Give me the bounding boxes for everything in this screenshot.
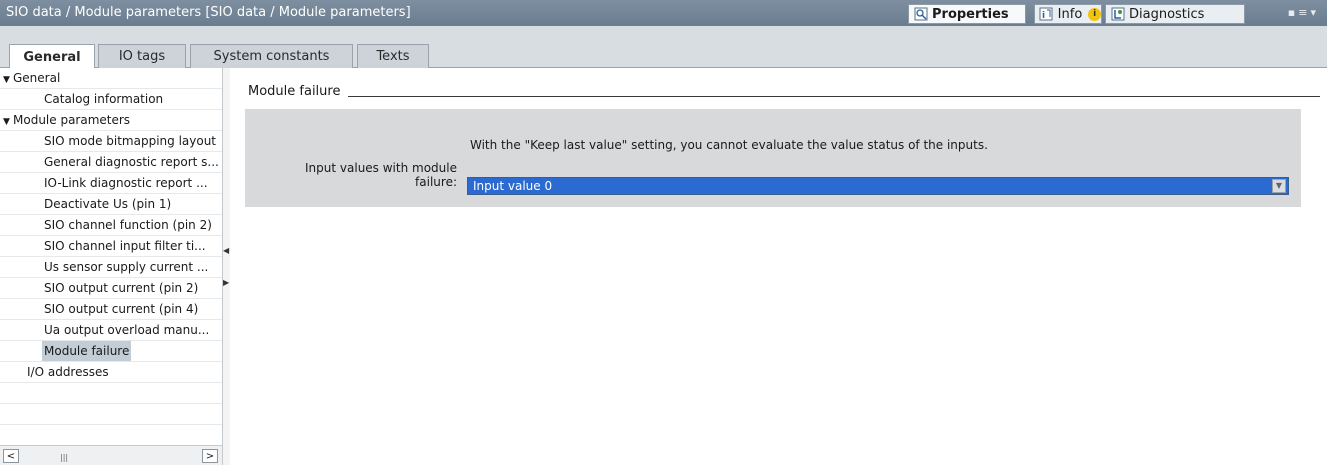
select-value: Input value 0: [473, 179, 553, 193]
field-label: Input values with module failure:: [267, 161, 457, 189]
section-divider: [248, 96, 1320, 97]
section-title: Module failure: [248, 84, 349, 99]
tree-item-us-sensor-supply-current[interactable]: Us sensor supply current ...: [0, 257, 222, 278]
info-text: With the "Keep last value" setting, you …: [470, 138, 988, 152]
field-label-line2: failure:: [415, 175, 457, 189]
navigation-tree: ▼ General Catalog information ▼ Module par…: [0, 68, 230, 465]
pin-icon[interactable]: ▪: [1288, 6, 1298, 19]
input-values-module-failure-select[interactable]: Input value 0 ▼: [467, 177, 1289, 195]
inspector-title: SIO data / Module parameters [SIO data /…: [6, 5, 411, 20]
scroll-left-icon[interactable]: <: [3, 449, 19, 463]
tree-item-io-link-diagnostic-report[interactable]: IO-Link diagnostic report ...: [0, 173, 222, 194]
tree-item-module-failure[interactable]: Module failure: [0, 341, 222, 362]
tree-item-io-addresses[interactable]: I/O addresses: [0, 362, 222, 383]
tree-item-module-parameters[interactable]: ▼ Module parameters: [0, 110, 222, 131]
tab-io-tags[interactable]: IO tags: [98, 44, 186, 68]
expand-arrow-icon[interactable]: ▼: [3, 112, 13, 130]
chevron-down-icon[interactable]: ▼: [1272, 179, 1286, 193]
scroll-right-icon[interactable]: >: [202, 449, 218, 463]
tab-properties[interactable]: Properties: [908, 4, 1026, 24]
tab-general[interactable]: General: [9, 44, 95, 69]
tree-item-ua-output-overload[interactable]: Ua output overload manu...: [0, 320, 222, 341]
chevron-down-icon[interactable]: ▾: [1310, 6, 1319, 19]
splitter-handle[interactable]: ◀ ▶: [222, 68, 230, 465]
expand-arrow-icon[interactable]: ▼: [3, 70, 13, 88]
tree-item-general-diagnostic-report[interactable]: General diagnostic report s...: [0, 152, 222, 173]
diagnostics-icon: [1110, 7, 1125, 21]
tree-empty-row: [0, 425, 222, 446]
svg-text:i: i: [1042, 11, 1045, 21]
tab-info[interactable]: i Info i: [1034, 4, 1102, 24]
tab-info-label: Info: [1057, 6, 1083, 22]
tree-item-general[interactable]: ▼ General: [0, 68, 222, 89]
collapse-left-icon[interactable]: ◀: [223, 246, 229, 255]
info-icon: i: [1039, 7, 1054, 21]
menu-icon[interactable]: ≡: [1298, 6, 1310, 19]
tab-diagnostics[interactable]: Diagnostics: [1105, 4, 1245, 24]
field-label-line1: Input values with module: [305, 161, 457, 175]
tree-item-sio-mode-bitmapping[interactable]: SIO mode bitmapping layout: [0, 131, 222, 152]
window-controls[interactable]: ▪≡▾: [1288, 6, 1319, 19]
horizontal-scrollbar[interactable]: < ||| >: [0, 445, 222, 465]
tree-item-deactivate-us[interactable]: Deactivate Us (pin 1): [0, 194, 222, 215]
property-tabs: General IO tags System constants Texts: [0, 26, 1327, 69]
tab-diagnostics-label: Diagnostics: [1129, 6, 1205, 22]
tab-texts[interactable]: Texts: [357, 44, 429, 68]
properties-icon: [913, 7, 928, 21]
tree-item-sio-output-current-pin4[interactable]: SIO output current (pin 4): [0, 299, 222, 320]
tree-item-catalog-information[interactable]: Catalog information: [0, 89, 222, 110]
scroll-thumb-grip-icon[interactable]: |||: [60, 453, 68, 462]
parameter-panel: With the "Keep last value" setting, you …: [245, 109, 1301, 207]
tree-item-sio-output-current-pin2[interactable]: SIO output current (pin 2): [0, 278, 222, 299]
inspector-titlebar: SIO data / Module parameters [SIO data /…: [0, 0, 1327, 26]
tree-item-sio-channel-input-filter[interactable]: SIO channel input filter ti...: [0, 236, 222, 257]
info-badge-icon: i: [1088, 7, 1101, 21]
expand-right-icon[interactable]: ▶: [223, 278, 229, 287]
tree-item-sio-channel-function[interactable]: SIO channel function (pin 2): [0, 215, 222, 236]
parameters-content: Module failure With the "Keep last value…: [231, 68, 1327, 465]
tab-properties-label: Properties: [932, 6, 1009, 22]
tree-empty-row: [0, 404, 222, 425]
tab-system-constants[interactable]: System constants: [190, 44, 353, 68]
tree-empty-row: [0, 383, 222, 404]
